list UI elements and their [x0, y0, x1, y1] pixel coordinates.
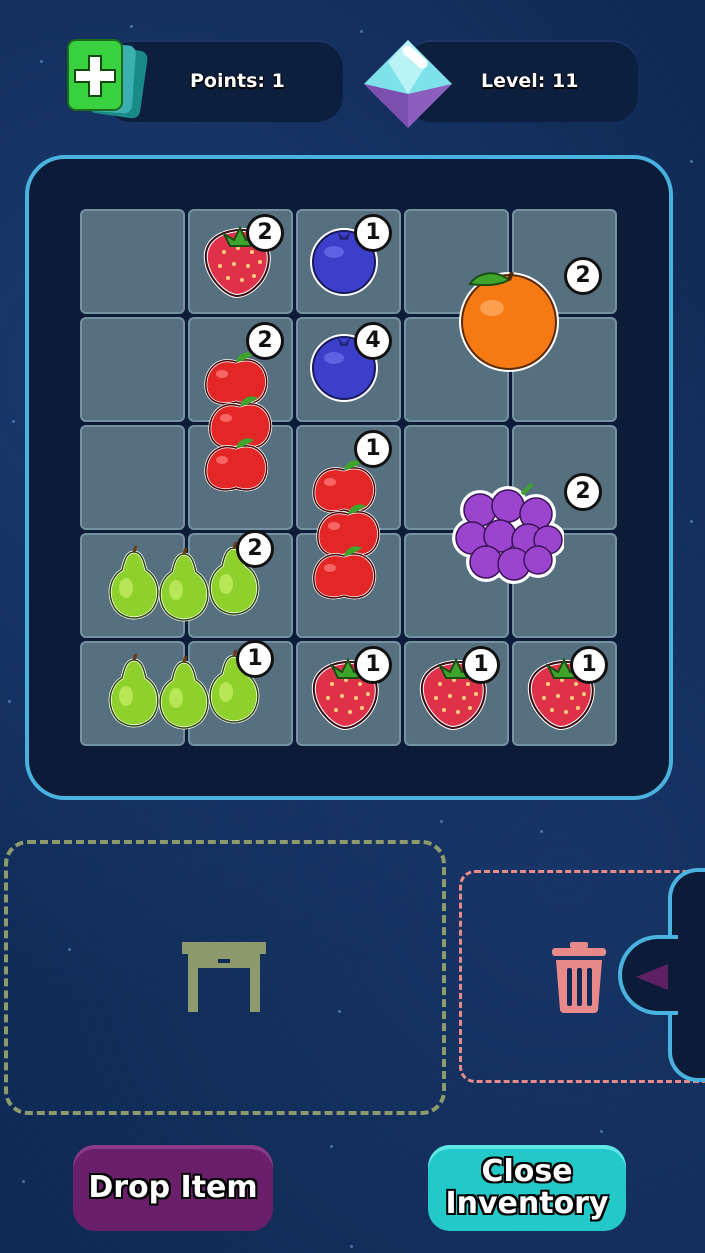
item-count-badge: 4: [354, 322, 392, 360]
grid-cell[interactable]: [80, 425, 185, 530]
orange-item[interactable]: [454, 264, 564, 374]
close-inventory-button[interactable]: Close Inventory: [428, 1145, 626, 1231]
item-count-badge: 2: [564, 473, 602, 511]
card-plus-icon[interactable]: [62, 36, 162, 126]
item-count-badge: 2: [246, 214, 284, 252]
apples-item[interactable]: [192, 348, 284, 496]
grapes-item[interactable]: [452, 480, 566, 590]
apples-item[interactable]: [300, 456, 392, 604]
diamond-gem-icon: [362, 38, 454, 130]
item-count-badge: 2: [246, 322, 284, 360]
drop-item-button[interactable]: Drop Item: [73, 1145, 273, 1231]
table-icon: [180, 940, 268, 1014]
drop-item-label: Drop Item: [88, 1170, 258, 1205]
item-count-badge: 1: [236, 640, 274, 678]
close-inventory-label-line2: Inventory: [445, 1186, 609, 1221]
close-inventory-label-line1: Close: [481, 1154, 573, 1189]
grid-cell[interactable]: [80, 209, 185, 314]
points-label: Points: 1: [190, 70, 285, 92]
item-count-badge: 1: [354, 646, 392, 684]
level-label: Level: 11: [481, 70, 579, 92]
triangle-left-icon: [634, 962, 670, 992]
item-count-badge: 1: [354, 430, 392, 468]
item-count-badge: 2: [236, 530, 274, 568]
item-count-badge: 1: [354, 214, 392, 252]
item-count-badge: 1: [462, 646, 500, 684]
item-count-badge: 1: [570, 646, 608, 684]
trash-icon: [550, 940, 608, 1014]
grid-cell[interactable]: [80, 317, 185, 422]
item-count-badge: 2: [564, 257, 602, 295]
